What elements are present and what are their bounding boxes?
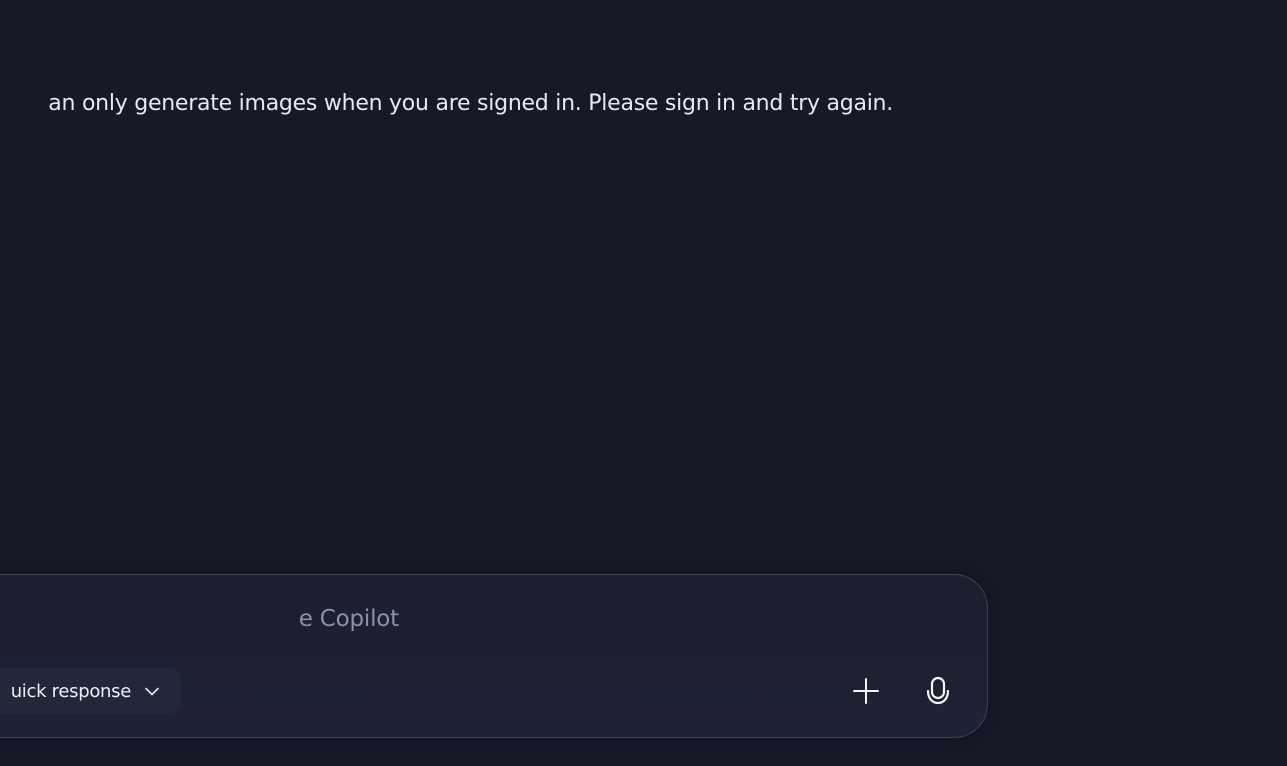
response-mode-selector[interactable]: uick response xyxy=(0,668,181,714)
add-attachment-button[interactable] xyxy=(845,670,887,712)
response-mode-label: uick response xyxy=(10,680,132,702)
copilot-chat-page: an only generate images when you are sig… xyxy=(0,0,1287,766)
microphone-icon xyxy=(923,674,953,708)
chevron-down-icon xyxy=(143,682,161,700)
plus-icon xyxy=(851,676,881,706)
assistant-message: an only generate images when you are sig… xyxy=(48,91,893,116)
voice-input-button[interactable] xyxy=(917,670,959,712)
message-input-placeholder[interactable]: e Copilot xyxy=(299,604,399,634)
